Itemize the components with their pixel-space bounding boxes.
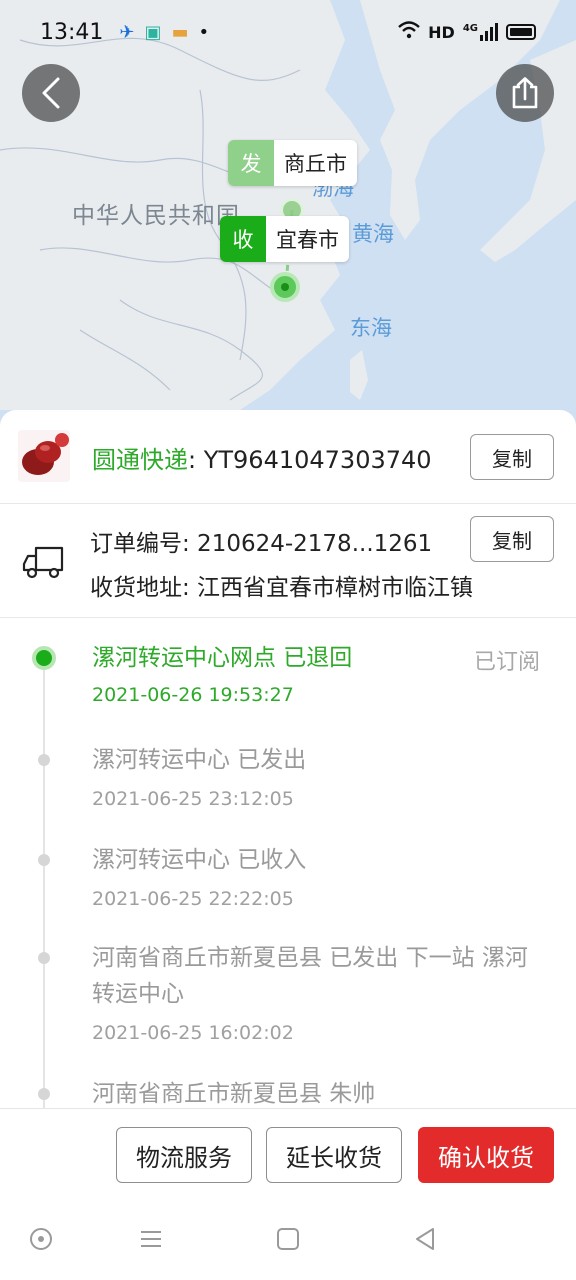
tracking-number: : YT9641047303740 — [188, 446, 432, 474]
more-notifications-icon: • — [198, 21, 210, 43]
event-title: 漯河转运中心 已收入 — [92, 847, 307, 873]
courier-name[interactable]: 圆通快递 — [92, 446, 188, 474]
timeline-dot-active — [32, 646, 56, 670]
shipment-detail-panel: 圆通快递: YT9641047303740 复制 订单编号: 210624-21… — [0, 410, 576, 1108]
event-time: 2021-06-25 22:22:05 — [92, 888, 294, 910]
event-time: 2021-06-25 23:12:05 — [92, 788, 294, 810]
delivery-address: 收货地址: 江西省宜春市樟树市临江镇 — [90, 575, 474, 601]
hd-indicator: HD — [428, 22, 455, 42]
jujube-product-image — [18, 430, 70, 482]
system-back-button[interactable] — [412, 1226, 438, 1256]
sender-marker[interactable]: 发 商丘市 — [228, 140, 357, 186]
bottom-action-bar: 物流服务 延长收货 确认收货 — [0, 1108, 576, 1200]
signal-type: 4G — [462, 23, 478, 34]
battery-icon — [506, 24, 536, 40]
timeline-line — [43, 660, 45, 1108]
event-title: 河南省商丘市新夏邑县 已发出 下一站 漯河转运中心 — [92, 945, 528, 1007]
timeline-dot — [38, 854, 50, 866]
event-time: 2021-06-26 19:53:27 — [92, 684, 294, 706]
home-button[interactable] — [275, 1226, 301, 1256]
menu-icon — [141, 1231, 161, 1247]
wallet-notification-icon: ▬ — [171, 21, 189, 43]
menu-button[interactable] — [138, 1226, 164, 1256]
product-thumbnail[interactable] — [18, 430, 70, 482]
sender-city: 商丘市 — [274, 140, 357, 186]
truck-icon — [22, 546, 64, 579]
share-icon — [512, 77, 538, 109]
sender-tag: 发 — [228, 140, 274, 186]
sea-label-donghai: 东海 — [350, 316, 392, 340]
chevron-left-icon — [42, 77, 60, 109]
copy-order-button[interactable]: 复制 — [470, 516, 554, 562]
event-title: 漯河转运中心 已发出 — [92, 747, 307, 773]
status-time: 13:41 — [40, 19, 104, 45]
receiver-marker[interactable]: 收 宜春市 — [220, 216, 349, 262]
order-number: 订单编号: 210624-2178...1261 — [90, 531, 433, 557]
receiver-tag: 收 — [220, 216, 266, 262]
copy-tracking-button[interactable]: 复制 — [470, 434, 554, 480]
app-notification-icon: ▣ — [144, 21, 162, 43]
receiver-city: 宜春市 — [266, 216, 349, 262]
subscribed-label[interactable]: 已订阅 — [474, 644, 540, 676]
confirm-receipt-button[interactable]: 确认收货 — [418, 1127, 554, 1183]
assistant-button[interactable] — [28, 1226, 54, 1256]
timeline-dot — [38, 754, 50, 766]
back-triangle-icon — [416, 1228, 434, 1250]
home-square-icon — [277, 1228, 299, 1250]
event-time: 2021-06-25 16:02:02 — [92, 1022, 294, 1044]
plane-notification-icon: ✈ — [119, 21, 135, 43]
extend-receipt-button[interactable]: 延长收货 — [266, 1127, 402, 1183]
receiver-location-dot — [270, 272, 300, 302]
sea-label-huanghai: 黄海 — [352, 222, 394, 246]
event-title: 河南省商丘市新夏邑县 朱帅 — [92, 1081, 376, 1107]
back-button[interactable] — [22, 64, 80, 122]
share-button[interactable] — [496, 64, 554, 122]
country-label: 中华人民共和国 — [72, 203, 240, 229]
system-navigation-bar — [0, 1200, 576, 1280]
courier-row: 圆通快递: YT9641047303740 复制 — [0, 410, 576, 504]
wifi-icon — [398, 21, 420, 43]
status-bar: 13:41 ✈ ▣ ▬ • HD 4G — [0, 0, 576, 64]
map-view[interactable]: 中华人民共和国 渤海 黄海 东海 发 商丘市 收 宜春市 13:41 ✈ ▣ ▬… — [0, 0, 576, 440]
timeline-dot — [38, 1088, 50, 1100]
signal-icon: 4G — [463, 23, 498, 41]
tracking-info: 圆通快递: YT9641047303740 — [92, 440, 432, 475]
logistics-service-button[interactable]: 物流服务 — [116, 1127, 252, 1183]
assistant-circle-icon — [30, 1228, 52, 1250]
timeline-dot — [38, 952, 50, 964]
